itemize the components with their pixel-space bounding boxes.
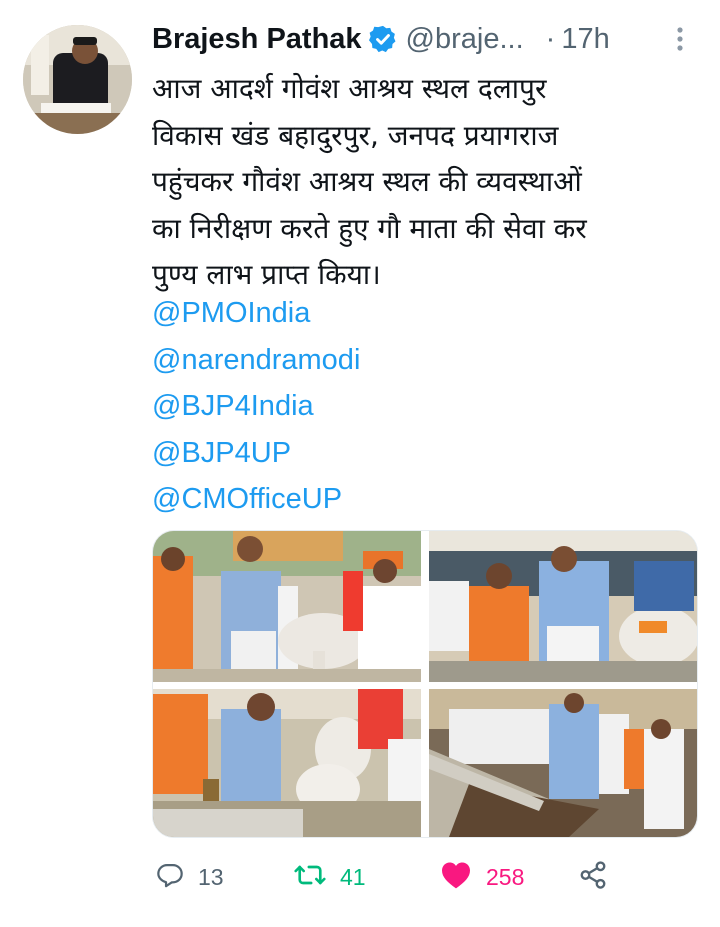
like-button[interactable]: 258 [440,852,524,902]
tweet-text-line: विकास खंड बहादुरपुर, जनपद प्रयागराज [152,118,559,152]
author-avatar[interactable] [23,25,132,134]
header-separator: · [545,22,556,55]
retweet-icon [294,861,326,893]
heart-icon [440,860,472,894]
tweet-card: Brajesh Pathak @braje... · 17h आज आदर्श … [0,0,720,927]
reply-count: 13 [198,863,224,890]
tweet-text-line: आज आदर्श गोवंश आश्रय स्थल दलापुर [152,72,547,105]
mention-list: @PMOIndia @narendramodi @BJP4India @BJP4… [152,290,360,523]
tweet-photo[interactable] [429,531,697,682]
share-icon [578,860,608,894]
tweet-photo[interactable] [153,689,421,837]
retweet-count: 41 [340,863,366,890]
tweet-text: आज आदर्श गोवंश आश्रय स्थल दलापुर विकास ख… [152,66,697,299]
tweet-timestamp[interactable]: 17h [561,23,609,56]
tweet-photo[interactable] [153,531,421,682]
mention-link[interactable]: @PMOIndia [152,290,360,337]
author-name[interactable]: Brajesh Pathak [152,23,362,56]
mention-link[interactable]: @BJP4UP [152,430,360,477]
tweet-header: Brajesh Pathak @braje... · 17h [152,16,692,62]
action-bar: 13 41 258 [152,852,672,902]
verified-badge-icon [368,24,398,54]
more-options-icon[interactable] [672,24,688,54]
reply-icon [156,861,184,893]
media-grid [152,530,698,838]
retweet-button[interactable]: 41 [294,852,366,902]
reply-button[interactable]: 13 [156,852,224,902]
tweet-text-line: पहुंचकर गौवंश आश्रय स्थल की व्यवस्थाओं [152,165,582,198]
author-handle[interactable]: @braje... [406,23,524,56]
share-button[interactable] [578,852,608,902]
tweet-text-line: का निरीक्षण करते हुए गौ माता की सेवा कर [152,211,587,245]
mention-link[interactable]: @narendramodi [152,337,360,384]
tweet-photo[interactable] [429,689,697,837]
mention-link[interactable]: @BJP4India [152,383,360,430]
mention-link[interactable]: @CMOfficeUP [152,476,360,523]
like-count: 258 [486,863,525,890]
